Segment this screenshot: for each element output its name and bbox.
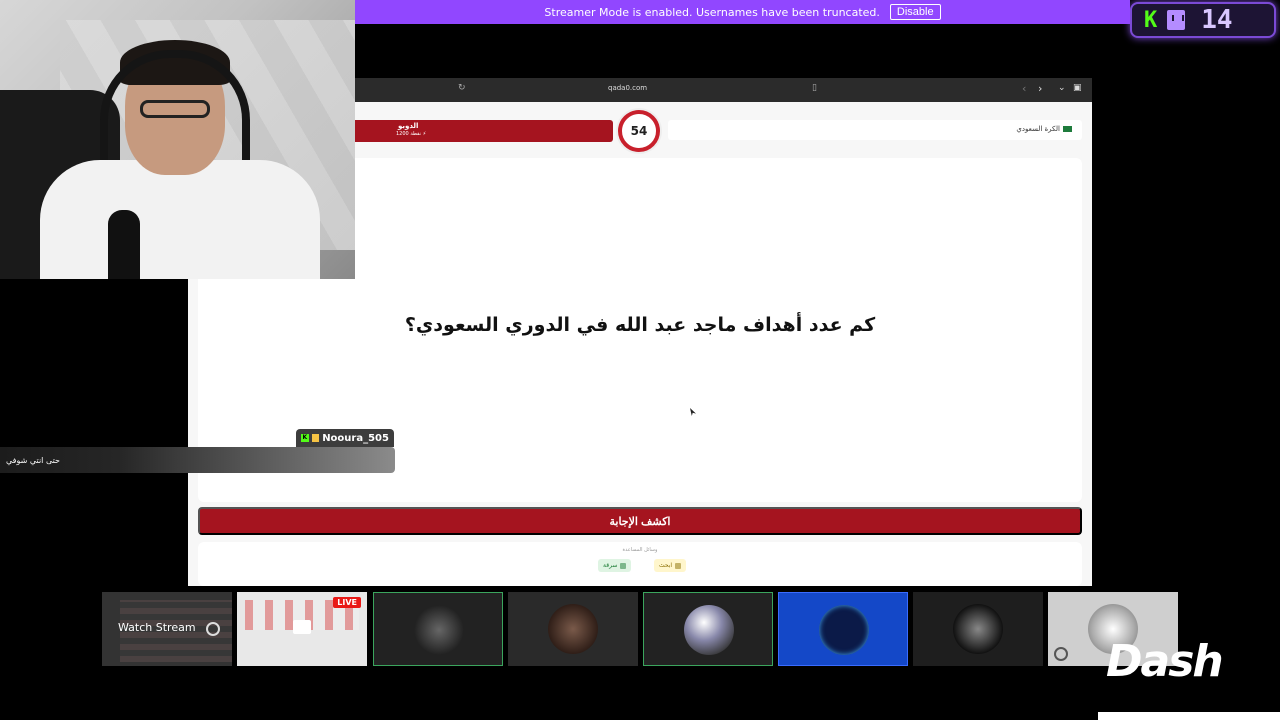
team-points: 1200 نقطة ⚡	[396, 131, 427, 137]
thumbnail-participant[interactable]	[913, 592, 1043, 666]
chat-message-text: حتى انتي شوفي	[6, 455, 60, 465]
timer: 54	[618, 110, 660, 152]
kick-badge-icon: K	[301, 434, 309, 442]
reveal-answer-button[interactable]: اكشف الإجابة	[198, 507, 1082, 535]
search-helper-button[interactable]: ابحث	[654, 559, 687, 572]
streamer-mode-banner: Streamer Mode is enabled. Usernames have…	[355, 0, 1130, 24]
disable-streamer-mode-button[interactable]: Disable	[889, 4, 941, 20]
stream-thumbnails: Watch Stream LIVE	[102, 592, 1182, 666]
chat-username-tag: K Nooura_505	[296, 429, 394, 447]
webcam-shirt	[40, 160, 320, 279]
avatar	[819, 605, 869, 655]
category-bar: الكرة السعودي	[668, 120, 1082, 140]
flag-icon	[1063, 126, 1072, 132]
muted-icon	[1054, 647, 1068, 661]
category-text: الكرة السعودي	[1016, 125, 1060, 133]
helpers-panel: وسائل المساعدة سرقة ابحث	[198, 542, 1082, 586]
kick-icon: K	[1144, 7, 1158, 33]
avatar	[953, 604, 1003, 654]
search-label: ابحث	[659, 562, 673, 569]
thumbnail-participant[interactable]	[508, 592, 638, 666]
microphone-icon	[108, 210, 140, 279]
steal-label: سرقة	[603, 562, 618, 569]
question-text: كم عدد أهداف ماجد عبد الله في الدوري الس…	[404, 314, 876, 336]
monitor-icon	[293, 620, 311, 634]
thumbnail-live-stream[interactable]: LIVE	[237, 592, 367, 666]
category-label: الكرة السعودي	[1016, 125, 1072, 133]
team-name: الدوبو	[398, 122, 419, 130]
steal-icon	[620, 562, 627, 569]
dash-logo: Dash	[1106, 636, 1224, 687]
helpers-title: وسائل المساعدة	[622, 547, 658, 553]
thumbnail-participant[interactable]	[778, 592, 908, 666]
sidebar-icon[interactable]: ▣	[1073, 83, 1082, 93]
search-icon	[675, 562, 682, 569]
reload-icon[interactable]: ↻	[458, 83, 466, 93]
twitch-icon	[1167, 10, 1186, 30]
avatar	[684, 605, 734, 655]
steal-helper-button[interactable]: سرقة	[598, 559, 632, 572]
forward-icon[interactable]: ›	[1038, 82, 1042, 95]
back-icon[interactable]: ‹	[1022, 82, 1026, 95]
avatar	[414, 605, 464, 655]
bottom-strip	[1098, 712, 1280, 720]
share-icon[interactable]: ▯	[812, 83, 817, 93]
watch-stream-icon[interactable]	[206, 622, 220, 636]
webcam-feed	[0, 0, 355, 279]
streamer-mode-message: Streamer Mode is enabled. Usernames have…	[544, 5, 880, 19]
address-bar[interactable]: qada0.com	[608, 84, 647, 92]
counter-value: 14	[1201, 5, 1233, 35]
avatar	[548, 604, 598, 654]
chat-message: حتى انتي شوفي	[0, 447, 395, 473]
thumbnail-participant[interactable]	[643, 592, 773, 666]
thumbnail-participant[interactable]	[373, 592, 503, 666]
chat-username: Nooura_505	[322, 432, 389, 444]
live-badge: LIVE	[333, 597, 361, 608]
thumbnail-watch-stream[interactable]: Watch Stream	[102, 592, 232, 666]
tab-overview-icon[interactable]: ⌄	[1058, 83, 1066, 93]
watch-stream-label[interactable]: Watch Stream	[118, 621, 196, 634]
crown-icon	[311, 434, 320, 442]
viewer-counter: K 14	[1130, 2, 1276, 38]
